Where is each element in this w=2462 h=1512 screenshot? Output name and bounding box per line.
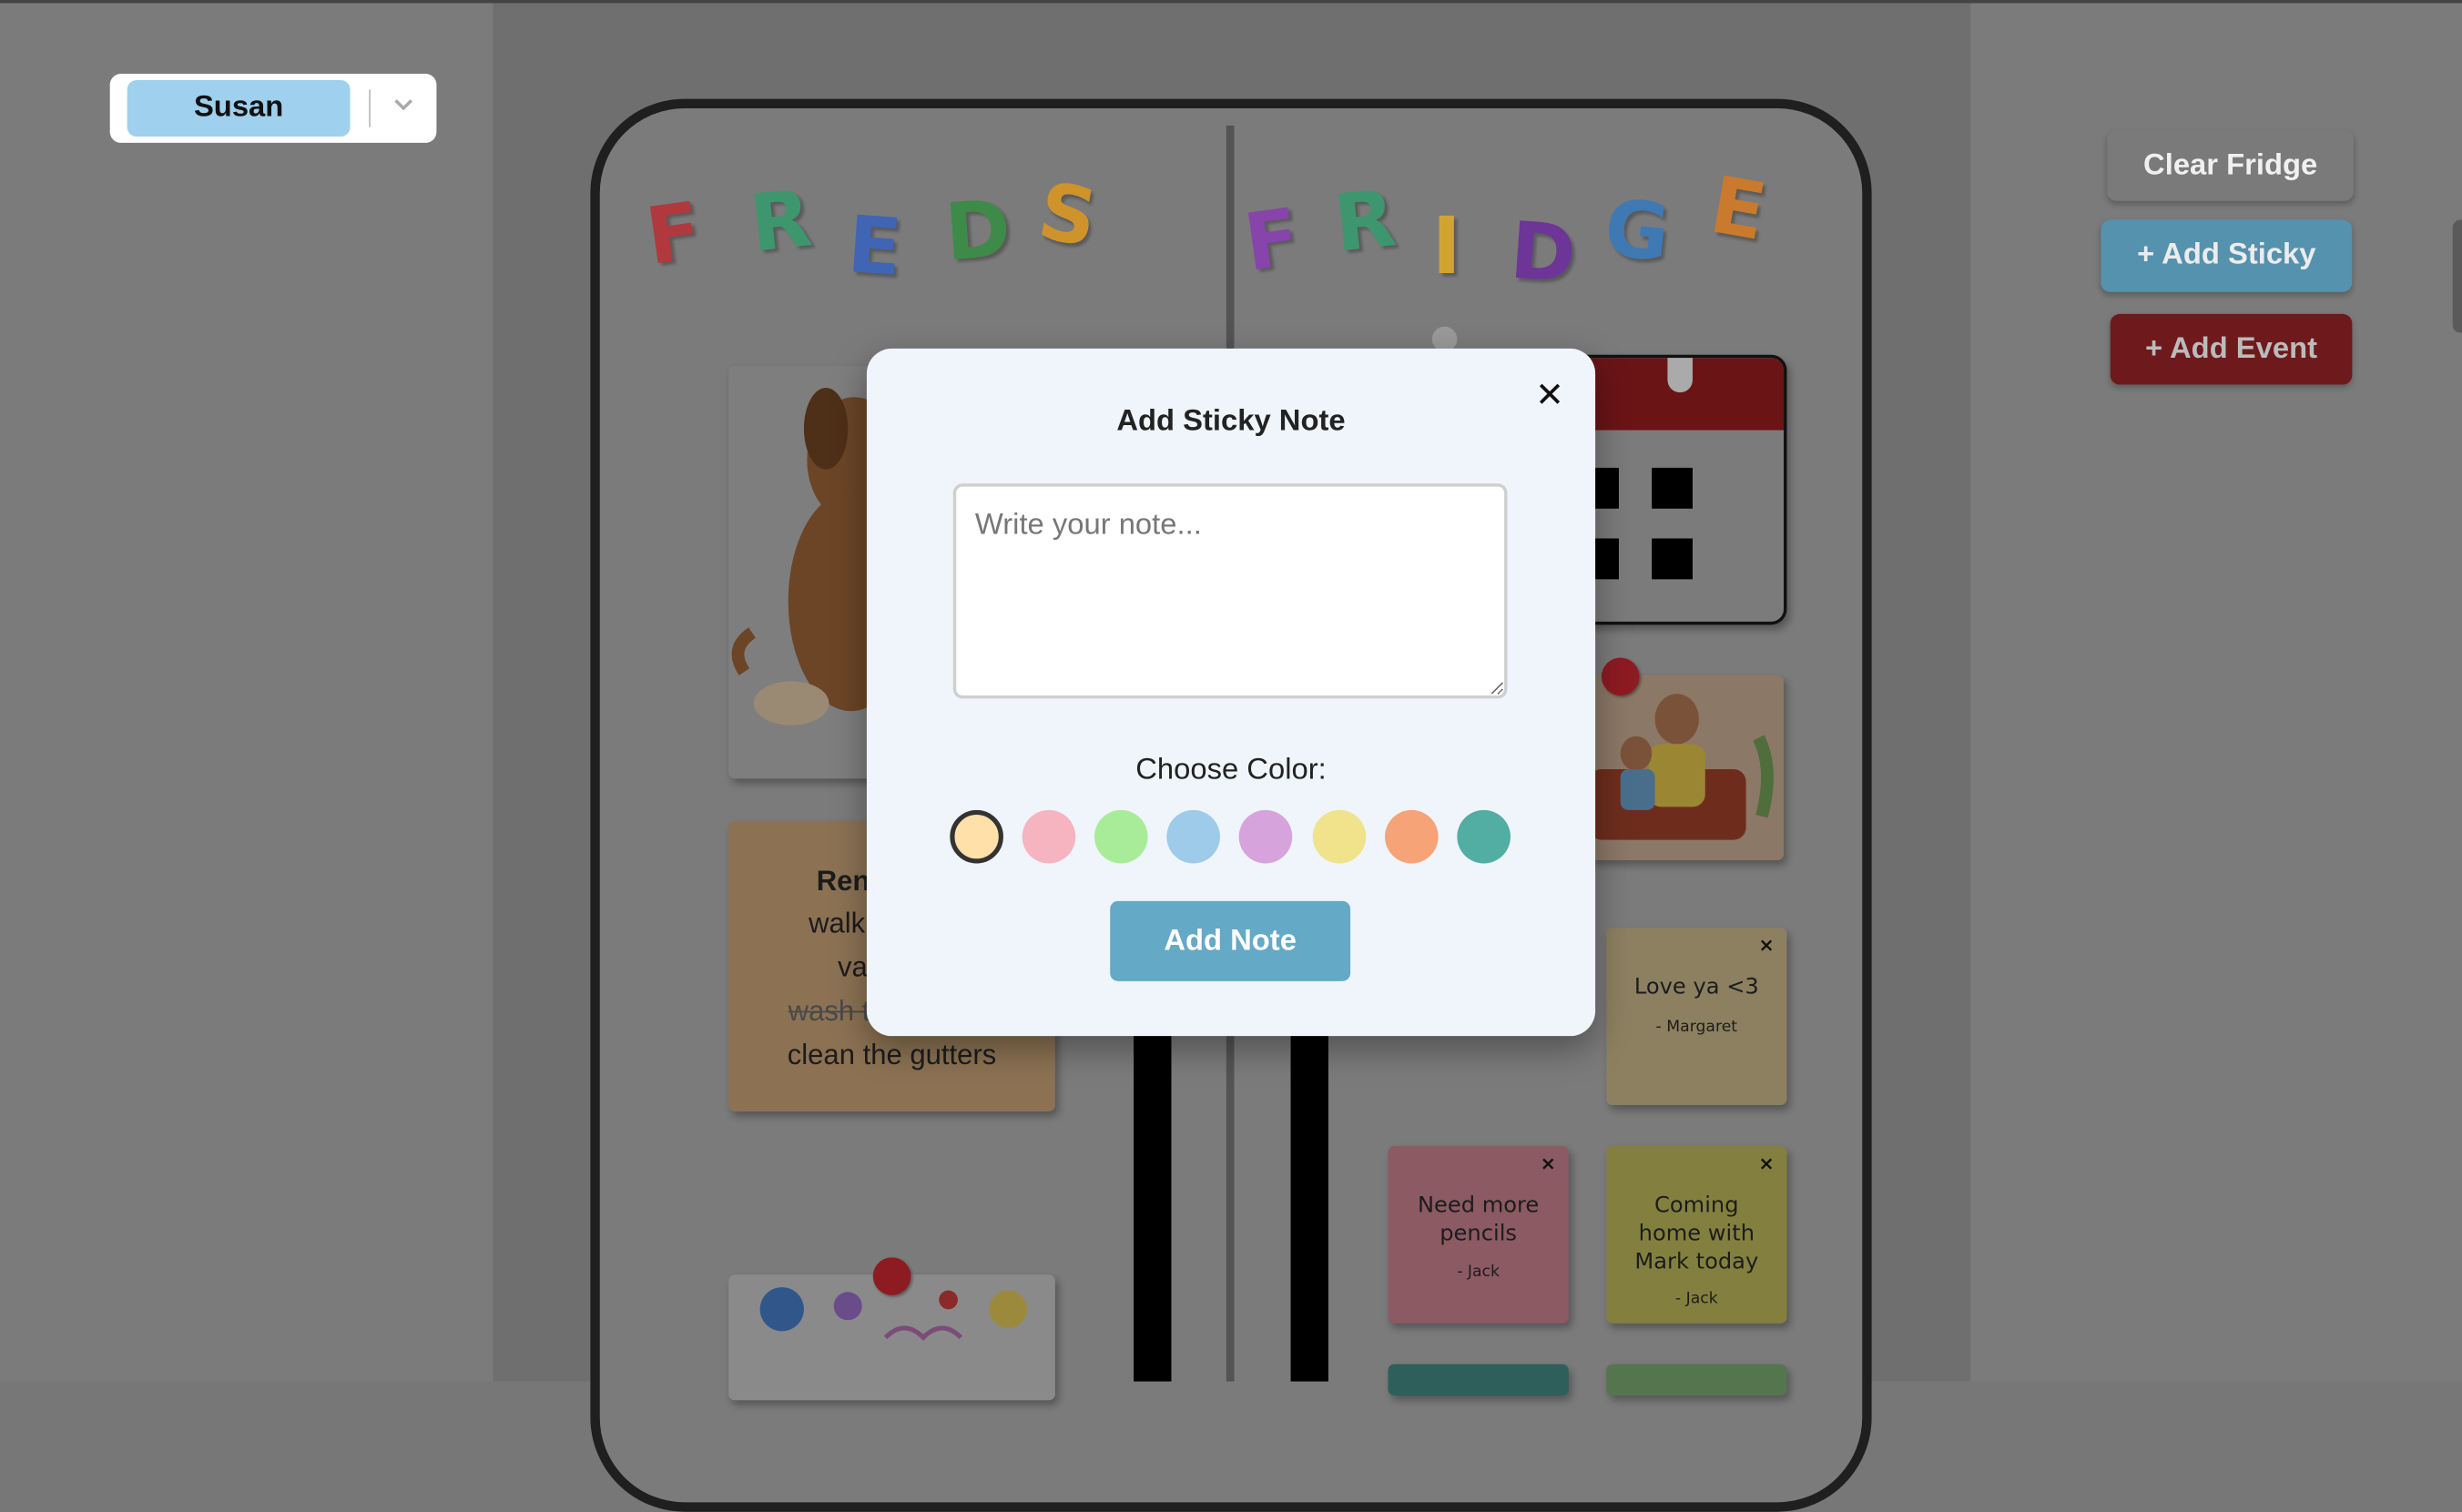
magnet-letter[interactable]: R — [1330, 173, 1400, 269]
selected-user[interactable]: Susan — [127, 79, 351, 137]
clear-fridge-button[interactable]: Clear Fridge — [2107, 130, 2355, 201]
note-textarea[interactable] — [952, 483, 1508, 699]
magnet-letter[interactable]: D — [942, 183, 1013, 279]
sticky-author: - Jack — [1457, 1263, 1501, 1282]
select-divider — [369, 89, 371, 127]
calendar-ring — [1667, 358, 1694, 393]
choose-color-label: Choose Color: — [1135, 753, 1327, 786]
sticky-note-partial[interactable] — [1388, 1364, 1569, 1396]
add-sticky-button[interactable]: + Add Sticky — [2101, 219, 2353, 292]
sticky-author: - Margaret — [1655, 1019, 1738, 1037]
color-swatch[interactable] — [950, 809, 1003, 864]
sticky-text: Need more pencils — [1417, 1192, 1540, 1247]
color-swatch[interactable] — [1094, 809, 1148, 864]
right-door-handle — [1290, 1028, 1328, 1382]
color-swatch[interactable] — [1457, 809, 1511, 864]
reminder-title: Ren — [816, 865, 870, 897]
sticky-note-partial[interactable] — [1606, 1364, 1787, 1396]
calendar-widget[interactable] — [1570, 354, 1787, 625]
top-border — [0, 0, 2462, 4]
sticky-close-icon[interactable]: × — [1758, 1152, 1774, 1174]
family-illustration — [1589, 675, 1785, 861]
chevron-down-icon[interactable] — [386, 86, 421, 127]
magnet-letter[interactable]: I — [1432, 201, 1461, 292]
right-panel — [1970, 0, 2462, 1382]
reminder-item: clean the gutters — [787, 1039, 997, 1071]
drawing-pin — [872, 1257, 911, 1295]
add-note-button[interactable]: Add Note — [1110, 900, 1351, 981]
sticky-close-icon[interactable]: × — [1758, 934, 1774, 956]
user-select[interactable]: Susan — [109, 74, 437, 143]
photo-pin — [1601, 657, 1640, 695]
sticky-text: Love ya <3 — [1633, 974, 1759, 1000]
app-stage: Susan Clear Fridge + Add Sticky + Add Ev… — [0, 0, 2462, 1512]
close-icon[interactable]: ✕ — [1532, 377, 1567, 418]
dialog-title: Add Sticky Note — [1116, 404, 1346, 439]
sticky-close-icon[interactable]: × — [1541, 1152, 1556, 1174]
sticky-note[interactable]: × Coming home with Mark today - Jack — [1606, 1145, 1787, 1324]
sticky-note[interactable]: × Love ya <3 - Margaret — [1606, 928, 1787, 1106]
left-panel — [0, 0, 493, 1382]
color-swatch[interactable] — [1238, 809, 1293, 864]
magnet-letter[interactable]: G — [1600, 182, 1674, 279]
left-door-handle — [1134, 1028, 1172, 1382]
color-swatch[interactable] — [1312, 809, 1367, 864]
sticky-author: - Jack — [1674, 1290, 1718, 1308]
color-swatch[interactable] — [1166, 809, 1220, 864]
magnet-letter[interactable]: E — [845, 199, 905, 294]
magnet-letter[interactable]: R — [746, 173, 816, 269]
add-sticky-dialog: Add Sticky Note ✕ Choose Color: Add Note — [866, 348, 1596, 1037]
add-event-button[interactable]: + Add Event — [2110, 313, 2353, 385]
color-swatch[interactable] — [1022, 809, 1076, 864]
calendar-day — [1652, 467, 1694, 509]
edge-tab — [2452, 219, 2462, 333]
sticky-text: Coming home with Mark today — [1634, 1192, 1759, 1275]
calendar-day — [1652, 538, 1694, 580]
sticky-note[interactable]: × Need more pencils - Jack — [1388, 1145, 1569, 1324]
color-swatch[interactable] — [1385, 809, 1439, 864]
magnet-letter[interactable]: D — [1508, 205, 1579, 300]
family-photo[interactable] — [1589, 675, 1785, 861]
